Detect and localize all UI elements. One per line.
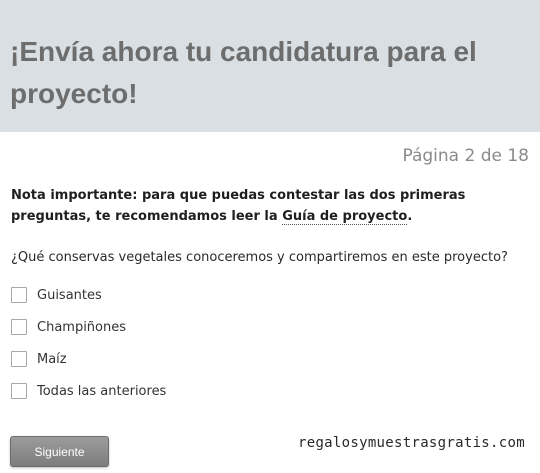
page-indicator: Página 2 de 18 xyxy=(402,146,529,166)
option-todas[interactable]: Todas las anteriores xyxy=(11,375,166,407)
option-label: Champiñones xyxy=(37,319,127,335)
checkbox[interactable] xyxy=(11,351,27,367)
checkbox[interactable] xyxy=(11,383,27,399)
watermark: regalosymuestrasgratis.com xyxy=(298,435,525,451)
guide-link[interactable]: Guía de proyecto xyxy=(282,209,408,225)
options-list: Guisantes Champiñones Maíz Todas las ant… xyxy=(11,279,166,407)
next-button[interactable]: Siguiente xyxy=(10,436,109,467)
question-text: ¿Qué conservas vegetales conoceremos y c… xyxy=(11,250,508,265)
checkbox[interactable] xyxy=(11,319,27,335)
option-maiz[interactable]: Maíz xyxy=(11,343,166,375)
option-guisantes[interactable]: Guisantes xyxy=(11,279,166,311)
option-label: Todas las anteriores xyxy=(37,383,167,399)
option-label: Maíz xyxy=(37,351,67,367)
option-label: Guisantes xyxy=(37,287,102,303)
note-suffix: . xyxy=(407,209,413,224)
checkbox[interactable] xyxy=(11,287,27,303)
page-header: ¡Envía ahora tu candidatura para el proy… xyxy=(0,0,540,132)
important-note: Nota importante: para que puedas contest… xyxy=(11,185,531,227)
page-title: ¡Envía ahora tu candidatura para el proy… xyxy=(10,36,477,109)
option-champinones[interactable]: Champiñones xyxy=(11,311,166,343)
